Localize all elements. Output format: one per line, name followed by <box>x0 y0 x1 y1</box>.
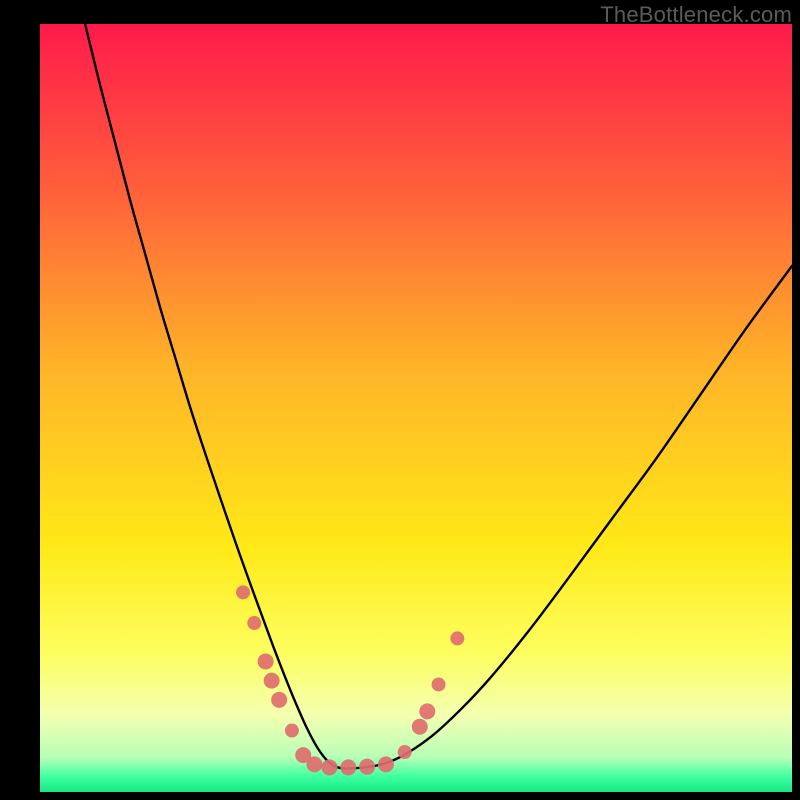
data-marker <box>264 673 280 689</box>
data-marker <box>258 653 274 669</box>
gradient-background <box>40 24 792 792</box>
data-marker <box>322 759 338 775</box>
data-marker <box>359 759 375 775</box>
data-marker <box>340 759 356 775</box>
data-marker <box>419 703 435 719</box>
data-marker <box>306 756 322 772</box>
data-marker <box>432 677 446 691</box>
watermark-text: TheBottleneck.com <box>600 2 792 28</box>
data-marker <box>271 692 287 708</box>
plot-area <box>40 24 792 792</box>
data-marker <box>236 585 250 599</box>
data-marker <box>285 724 299 738</box>
data-marker <box>450 631 464 645</box>
chart-container: TheBottleneck.com <box>0 0 800 800</box>
data-marker <box>398 745 412 759</box>
chart-svg <box>40 24 792 792</box>
data-marker <box>247 616 261 630</box>
data-marker <box>412 719 428 735</box>
data-marker <box>378 756 394 772</box>
